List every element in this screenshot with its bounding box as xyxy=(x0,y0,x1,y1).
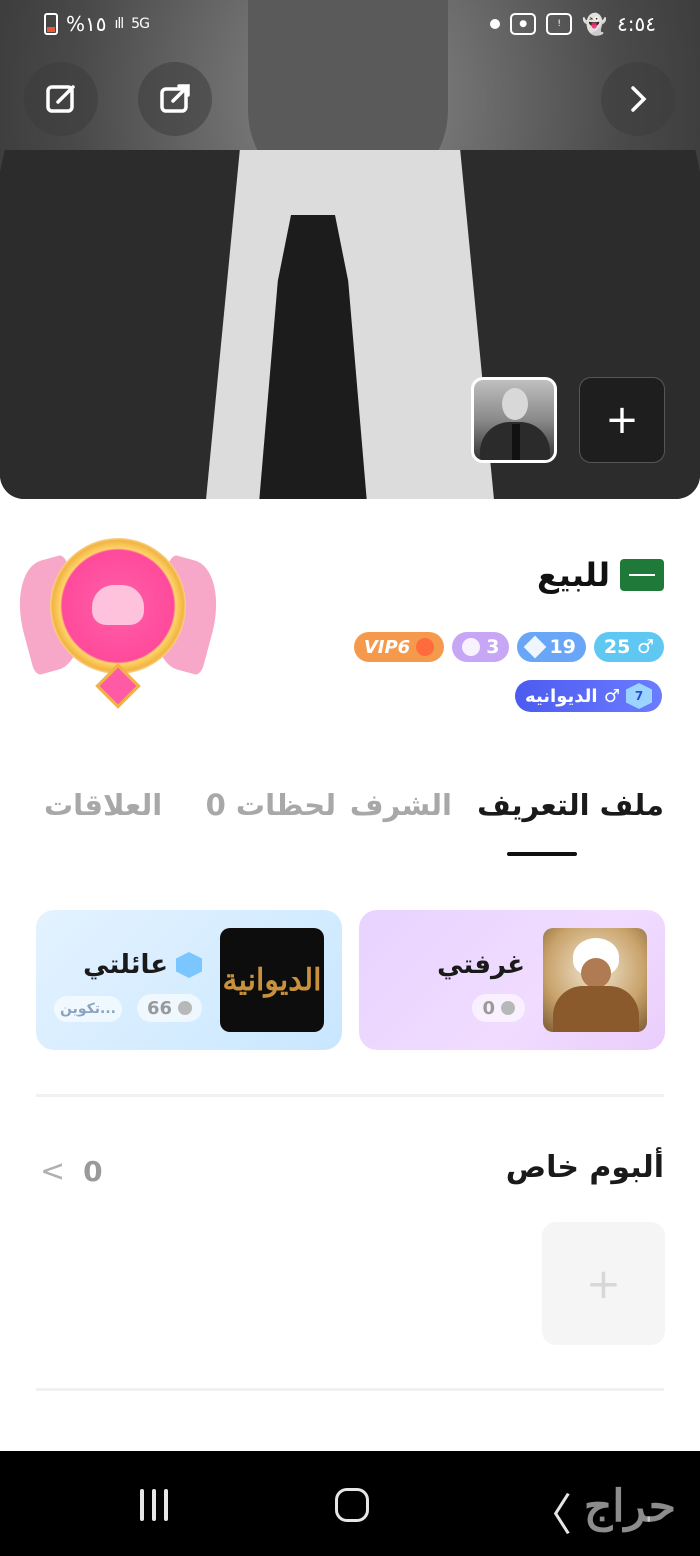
status-bar-left: %١٥ ıll 5G xyxy=(44,12,150,36)
profile-name: للبيع xyxy=(536,556,610,594)
vip-value: VIP6 xyxy=(363,636,411,658)
tab-profile[interactable]: ملف التعريف xyxy=(477,788,664,822)
vip-badge[interactable]: VIP6 xyxy=(353,632,445,662)
my-family-title: عائلتي xyxy=(83,950,202,980)
recent-bar xyxy=(140,1489,144,1521)
my-room-label: غرفتي xyxy=(437,950,525,980)
profile-badges: 25 ♂ 19 3 VIP6 xyxy=(353,632,664,662)
room-avatar xyxy=(543,928,647,1032)
share-profile-button[interactable] xyxy=(138,62,212,136)
chevron-left-icon: < xyxy=(40,1154,66,1189)
family-member-value: 66 xyxy=(146,997,172,1019)
family-level-icon: 7 xyxy=(626,683,652,709)
family-tag-label: الديوانيه ♂ xyxy=(525,685,620,707)
recent-apps-button[interactable] xyxy=(140,1489,168,1521)
system-nav-bar: 〈 حراج xyxy=(0,1451,700,1556)
status-bar-right: ● ! 👻 ٤:٥٤ xyxy=(490,12,656,36)
diamond-level-value: 19 xyxy=(549,636,576,658)
edit-icon xyxy=(46,85,75,113)
room-member-value: 0 xyxy=(482,997,495,1019)
my-family-label: عائلتي xyxy=(83,950,168,980)
app-notification-icon: ● xyxy=(510,13,537,35)
thumbnail-head xyxy=(502,388,528,420)
back-button[interactable]: 〈 xyxy=(528,1479,572,1543)
alert-notification-icon: ! xyxy=(546,13,573,35)
private-album-count: 0 xyxy=(83,1155,103,1188)
notification-dot-icon xyxy=(490,19,501,29)
room-avatar-robe xyxy=(553,986,639,1032)
section-divider xyxy=(36,1388,664,1391)
tab-honor[interactable]: الشرف xyxy=(350,788,452,822)
network-type: 5G xyxy=(131,16,150,32)
my-room-title: غرفتي xyxy=(437,950,525,980)
room-avatar-face xyxy=(581,958,611,988)
haraj-watermark: حراج xyxy=(583,1481,676,1532)
chevron-right-icon xyxy=(631,86,647,112)
snapchat-icon: 👻 xyxy=(582,12,608,36)
person-icon xyxy=(501,1001,515,1015)
recent-bar xyxy=(152,1489,156,1521)
age-gender-badge: 25 ♂ xyxy=(593,632,664,662)
battery-icon xyxy=(44,13,58,35)
forward-button[interactable] xyxy=(601,62,675,136)
add-album-photo-button[interactable]: + xyxy=(542,1222,665,1345)
level-badge-frame[interactable] xyxy=(6,530,230,710)
flag-sword xyxy=(629,574,655,576)
star-level-value: 3 xyxy=(486,636,500,658)
private-album-title: ألبوم خاص xyxy=(505,1150,664,1185)
family-extra-tag: تكوين... xyxy=(54,996,122,1022)
age-gender-value: 25 ♂ xyxy=(603,636,654,658)
profile-name-row: للبيع xyxy=(537,556,664,594)
share-icon xyxy=(160,84,190,113)
battery-percent: %١٥ xyxy=(66,12,107,36)
thumbnail-tie xyxy=(512,424,520,460)
private-album-link[interactable]: < 0 xyxy=(40,1154,103,1189)
diamond-level-badge: 19 xyxy=(517,632,586,662)
my-family-card[interactable]: الديوانية عائلتي 66 تكوين... xyxy=(36,910,342,1050)
family-member-count: 66 xyxy=(136,994,202,1022)
home-button[interactable] xyxy=(335,1488,369,1522)
signal-icon: ıll xyxy=(114,16,125,32)
family-logo-text: الديوانية xyxy=(222,962,322,998)
edit-profile-button[interactable] xyxy=(24,62,98,136)
clock: ٤:٥٤ xyxy=(617,12,656,36)
family-level-icon xyxy=(176,952,202,978)
crown-icon xyxy=(416,638,435,656)
family-logo: الديوانية xyxy=(220,928,324,1032)
my-room-card[interactable]: غرفتي 0 xyxy=(359,910,665,1050)
badge-sofa-icon xyxy=(92,585,144,625)
status-bar: %١٥ ıll 5G ● ! 👻 ٤:٥٤ xyxy=(0,0,700,50)
room-member-count: 0 xyxy=(472,994,525,1022)
star-level-badge: 3 xyxy=(452,632,510,662)
recent-bar xyxy=(164,1489,168,1521)
saudi-flag-icon xyxy=(620,559,664,591)
tab-moments[interactable]: لحظات 0 xyxy=(206,788,336,822)
profile-cover-photo[interactable]: %١٥ ıll 5G ● ! 👻 ٤:٥٤ + xyxy=(0,0,700,499)
active-tab-indicator xyxy=(507,852,577,856)
add-cover-photo-button[interactable]: + xyxy=(579,377,665,463)
family-tag[interactable]: الديوانيه ♂ 7 xyxy=(515,680,662,712)
profile-tabs: ملف التعريف الشرف لحظات 0 العلاقات xyxy=(36,788,664,828)
cover-photo-thumbnail[interactable] xyxy=(471,377,557,463)
diamond-icon xyxy=(524,635,547,659)
star-icon xyxy=(462,638,481,656)
tab-relations[interactable]: العلاقات xyxy=(44,788,162,822)
section-divider xyxy=(36,1094,664,1097)
person-icon xyxy=(178,1001,192,1015)
